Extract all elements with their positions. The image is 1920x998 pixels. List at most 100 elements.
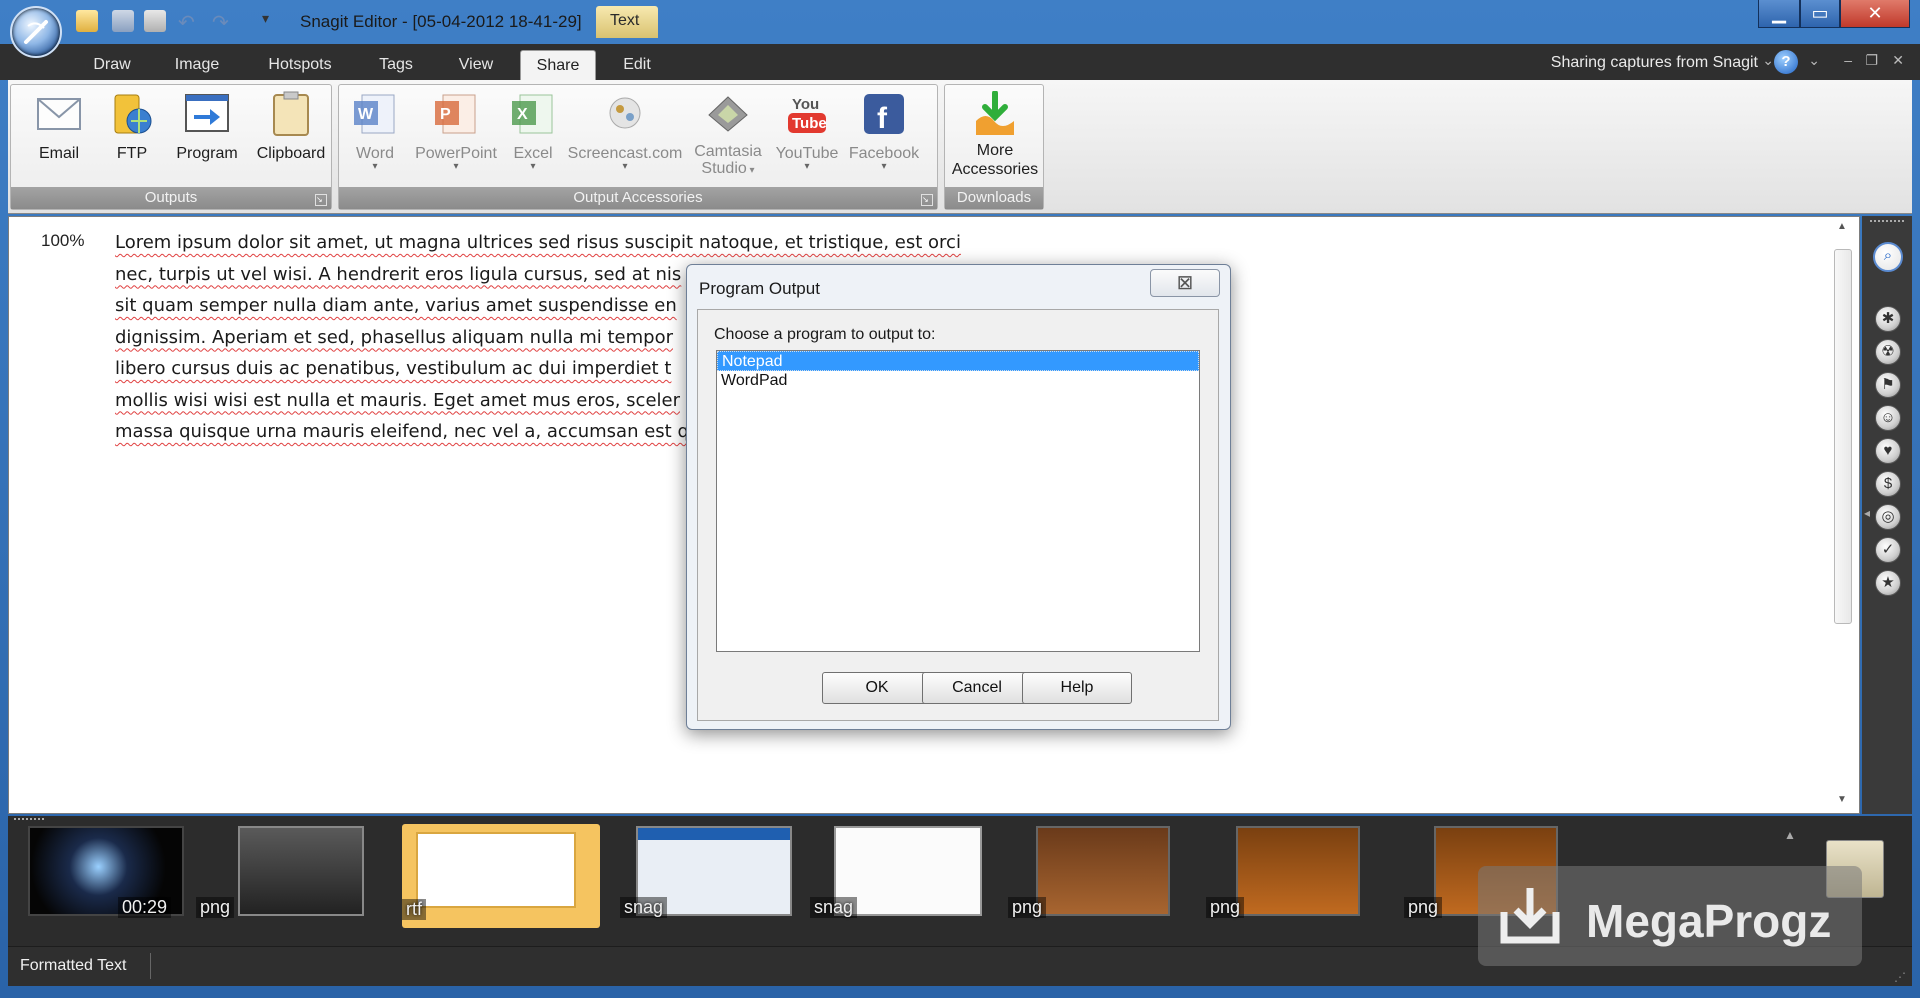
- stamp-lightbulb-icon[interactable]: ✱: [1875, 306, 1901, 332]
- thumbnail-label: snag: [620, 897, 668, 918]
- accessories-launcher-icon[interactable]: ↘: [921, 194, 933, 206]
- accessories-label: Accessories: [951, 161, 1039, 178]
- screencast-button[interactable]: Screencast.com ▾: [561, 89, 689, 172]
- dialog-close-icon[interactable]: ⊠: [1150, 269, 1220, 297]
- thumbnail-label: snag: [810, 897, 858, 918]
- download-arrow-icon: [1498, 884, 1562, 948]
- close-icon[interactable]: ✕: [1840, 0, 1910, 28]
- stamp-star-icon[interactable]: ★: [1875, 570, 1901, 596]
- customize-qat-icon[interactable]: ▾: [262, 10, 278, 32]
- tray-thumbnail[interactable]: snag: [810, 826, 982, 926]
- thumbnail-label: 00:29: [118, 897, 172, 918]
- stamp-flag-icon[interactable]: ⚑: [1875, 372, 1901, 398]
- vertical-scrollbar[interactable]: ▲ ▼: [1831, 219, 1855, 807]
- help-dropdown-icon[interactable]: ⌄: [1808, 52, 1820, 69]
- tab-draw[interactable]: Draw: [78, 50, 146, 80]
- stamp-dollar-icon[interactable]: $: [1875, 471, 1901, 497]
- output-accessories-group-label: Output Accessories: [339, 187, 937, 209]
- cancel-button[interactable]: Cancel: [922, 672, 1032, 704]
- program-label: Program: [176, 145, 238, 162]
- doc-restore-icon[interactable]: ❐: [1865, 52, 1878, 69]
- tray-grip[interactable]: [14, 818, 44, 822]
- email-button[interactable]: Email: [19, 89, 99, 163]
- stamp-smiley-icon[interactable]: ☺: [1875, 405, 1901, 431]
- word-button[interactable]: W Word ▾: [343, 89, 407, 172]
- save-icon[interactable]: [112, 10, 134, 32]
- more-accessories-button[interactable]: More Accessories: [949, 89, 1041, 179]
- thumbnail-label: png: [1206, 897, 1245, 918]
- tray-thumbnail[interactable]: png: [1008, 826, 1170, 926]
- screencast-icon: [602, 91, 648, 137]
- outputs-group: Email FTP Program Clipboard Outputs ↘: [10, 84, 332, 210]
- excel-button[interactable]: X Excel ▾: [505, 89, 561, 172]
- help-icon[interactable]: ?: [1774, 50, 1798, 74]
- stamp-hazard-icon[interactable]: ☢: [1875, 339, 1901, 365]
- facebook-label: Facebook: [848, 145, 920, 162]
- zoom-search-icon[interactable]: ⌕: [1873, 242, 1903, 272]
- tab-hotspots[interactable]: Hotspots: [252, 50, 348, 80]
- open-icon[interactable]: [76, 10, 98, 32]
- svg-text:X: X: [517, 106, 528, 123]
- tab-image[interactable]: Image: [162, 50, 232, 80]
- powerpoint-icon: P: [433, 91, 479, 137]
- svg-text:You: You: [792, 96, 819, 113]
- tray-thumbnail[interactable]: png: [1206, 826, 1368, 926]
- tray-thumbnail[interactable]: png: [196, 826, 364, 926]
- facebook-button[interactable]: f Facebook ▾: [843, 89, 925, 172]
- outputs-launcher-icon[interactable]: ↘: [315, 194, 327, 206]
- list-item-wordpad[interactable]: WordPad: [717, 371, 1199, 391]
- doc-minimize-icon[interactable]: –: [1844, 52, 1852, 68]
- email-label: Email: [38, 145, 79, 162]
- help-button[interactable]: Help: [1022, 672, 1132, 704]
- undo-icon[interactable]: ↶: [178, 10, 204, 34]
- resize-grip-icon[interactable]: ⋰: [1894, 970, 1906, 984]
- clipboard-icon: [268, 91, 314, 137]
- tab-edit[interactable]: Edit: [604, 50, 670, 80]
- ftp-label: FTP: [116, 145, 148, 162]
- downloads-group: More Accessories Downloads: [944, 84, 1044, 210]
- redo-icon[interactable]: ↷: [212, 10, 238, 34]
- status-separator: [150, 953, 151, 979]
- maximize-icon[interactable]: ▭: [1800, 0, 1840, 28]
- panel-collapse-icon[interactable]: ◂: [1864, 506, 1870, 520]
- scroll-up-icon[interactable]: ▲: [1837, 221, 1847, 232]
- tray-thumbnail-selected[interactable]: rtf: [402, 824, 600, 928]
- stamp-heart-icon[interactable]: ♥: [1875, 438, 1901, 464]
- camtasia-icon: [705, 91, 751, 137]
- ok-button[interactable]: OK: [822, 672, 932, 704]
- stamp-target-icon[interactable]: ◎: [1875, 504, 1901, 530]
- tray-thumbnail[interactable]: snag: [620, 826, 792, 926]
- scroll-thumb[interactable]: [1834, 249, 1852, 624]
- dialog-title: Program Output: [699, 279, 820, 298]
- svg-text:W: W: [358, 106, 374, 123]
- thumbnail-label: rtf: [402, 899, 426, 920]
- program-icon: [184, 91, 230, 137]
- tab-share[interactable]: Share: [520, 50, 596, 80]
- clipboard-button[interactable]: Clipboard: [251, 89, 331, 163]
- stamp-check-icon[interactable]: ✓: [1875, 537, 1901, 563]
- panel-grip[interactable]: [1870, 220, 1904, 224]
- ftp-button[interactable]: FTP: [101, 89, 163, 163]
- thumbnail-label: png: [1008, 897, 1047, 918]
- context-tab-text[interactable]: Text: [596, 6, 658, 38]
- youtube-button[interactable]: You Tube YouTube ▾: [767, 89, 847, 172]
- tab-tags[interactable]: Tags: [362, 50, 430, 80]
- print-icon[interactable]: [144, 10, 166, 32]
- tray-thumbnail[interactable]: 00:29: [28, 826, 184, 926]
- tab-view[interactable]: View: [442, 50, 510, 80]
- screencast-dropdown-icon: ▾: [622, 161, 628, 172]
- scroll-down-icon[interactable]: ▼: [1837, 794, 1847, 805]
- camtasia-studio-button[interactable]: Camtasia Studio ▾: [689, 89, 767, 179]
- status-dropdown-icon[interactable]: ⌄: [1762, 52, 1774, 69]
- minimize-icon[interactable]: ▁: [1758, 0, 1800, 28]
- list-item-notepad[interactable]: Notepad: [717, 351, 1199, 371]
- program-button[interactable]: Program: [161, 89, 253, 163]
- program-listbox[interactable]: Notepad WordPad: [716, 350, 1200, 652]
- doc-close-icon[interactable]: ✕: [1892, 52, 1904, 69]
- snagit-orb-button[interactable]: [10, 6, 62, 58]
- powerpoint-button[interactable]: P PowerPoint ▾: [407, 89, 505, 172]
- word-icon: W: [352, 91, 398, 137]
- tray-scroll-up-icon[interactable]: ▲: [1784, 828, 1796, 842]
- svg-text:Tube: Tube: [792, 115, 827, 132]
- excel-icon: X: [510, 91, 556, 137]
